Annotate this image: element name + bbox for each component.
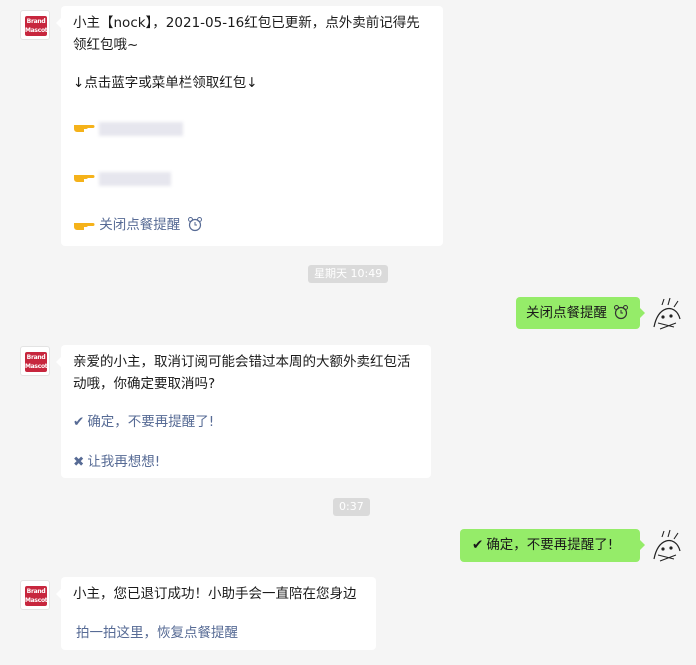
official-account-avatar[interactable]: Brand Mascot — [20, 10, 50, 40]
message-text: ↓点击蓝字或菜单栏领取红包↓ — [73, 75, 258, 91]
pointing-hand-icon — [74, 125, 95, 132]
message-bubble-update[interactable]: 小主【nock】，2021-05-16红包已更新，点外卖前记得先 领红包哦~ ↓… — [56, 6, 443, 246]
cross-icon: ✖ — [73, 454, 85, 470]
blurred-link[interactable] — [99, 172, 171, 186]
message-text: 小主【nock】，2021-05-16红包已更新，点外卖前记得先 — [73, 15, 420, 31]
alarm-clock-icon — [614, 305, 629, 320]
pointing-hand-icon — [74, 223, 95, 230]
message-text: 领红包哦~ — [73, 37, 139, 53]
confirm-link[interactable]: 确定，不要再提醒了! — [87, 414, 214, 430]
sketch-avatar-icon — [653, 529, 681, 562]
blurred-link[interactable] — [99, 122, 183, 136]
message-text: 亲爱的小主，取消订阅可能会错过本周的大额外卖红包活 — [73, 354, 411, 370]
brand-logo: Brand Mascot — [25, 352, 48, 372]
confirm-option[interactable]: ✔ 确定，不要再提醒了! — [73, 411, 214, 433]
check-icon: ✔ — [472, 537, 484, 553]
outgoing-message-close-reminder[interactable]: 关闭点餐提醒 — [516, 297, 645, 329]
close-reminder-link[interactable]: 关闭点餐提醒 — [99, 217, 180, 233]
brand-logo: Brand Mascot — [25, 586, 48, 606]
outgoing-message-confirm[interactable]: ✔ 确定，不要再提醒了! — [460, 529, 645, 562]
brand-logo: Brand Mascot — [25, 16, 48, 36]
message-text: 动哦，你确定要取消吗? — [73, 376, 216, 392]
reconsider-link[interactable]: 让我再想想! — [87, 454, 160, 470]
official-account-avatar[interactable]: Brand Mascot — [20, 580, 50, 610]
restore-reminder-link[interactable]: 拍一拍这里，恢复点餐提醒 — [76, 625, 238, 641]
user-avatar[interactable] — [648, 297, 684, 333]
check-icon: ✔ — [73, 414, 85, 430]
close-reminder-row[interactable]: 关闭点餐提醒 — [73, 214, 203, 236]
message-text: 关闭点餐提醒 — [526, 305, 607, 321]
timestamp: 星期天 10:49 — [308, 265, 389, 283]
sketch-avatar-icon — [653, 297, 681, 330]
official-account-avatar[interactable]: Brand Mascot — [20, 346, 50, 376]
alarm-clock-icon — [187, 217, 202, 232]
message-text: 确定，不要再提醒了! — [486, 537, 614, 553]
pointing-hand-icon — [74, 175, 95, 182]
timestamp: 0:37 — [333, 498, 370, 516]
message-bubble-confirm-cancel[interactable]: 亲爱的小主，取消订阅可能会错过本周的大额外卖红包活 动哦，你确定要取消吗? ✔ 确… — [56, 345, 431, 478]
user-avatar[interactable] — [648, 529, 684, 565]
message-bubble-unsubscribed[interactable]: 小主，您已退订成功！小助手会一直陪在您身边 拍一拍这里，恢复点餐提醒 — [56, 577, 376, 650]
hidden-link-row-1[interactable] — [73, 116, 95, 138]
reconsider-option[interactable]: ✖ 让我再想想! — [73, 451, 160, 473]
message-text: 小主，您已退订成功！小助手会一直陪在您身边 — [73, 586, 357, 602]
hidden-link-row-2[interactable] — [73, 166, 95, 188]
